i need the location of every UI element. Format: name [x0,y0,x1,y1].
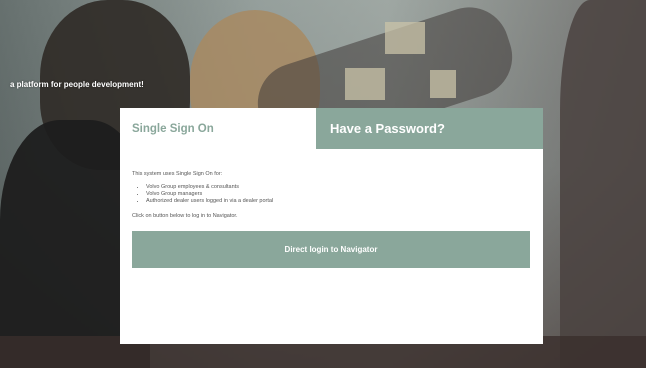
tagline: a platform for people development! [10,80,144,89]
list-item: Authorized dealer users logged in via a … [146,198,531,205]
list-item: Volvo Group managers [146,191,531,198]
tab-have-password[interactable]: Have a Password? [316,108,543,149]
login-panel: Single Sign On Have a Password? This sys… [120,108,543,344]
sso-intro-text: This system uses Single Sign On for: [132,171,223,177]
list-item: Volvo Group employees & consultants [146,184,531,191]
background-sticky-note [345,68,385,100]
background-sticky-note [430,70,456,98]
login-tabs: Single Sign On Have a Password? [120,108,543,149]
sso-user-list: Volvo Group employees & consultants Volv… [132,184,531,205]
background-person-right [560,0,646,368]
background-sticky-note [385,22,425,54]
direct-login-button[interactable]: Direct login to Navigator [132,231,530,268]
tab-single-sign-on[interactable]: Single Sign On [120,108,316,149]
sso-panel-body: This system uses Single Sign On for: Vol… [120,149,543,344]
sso-hint-text: Click on button below to log in to Navig… [132,213,238,219]
